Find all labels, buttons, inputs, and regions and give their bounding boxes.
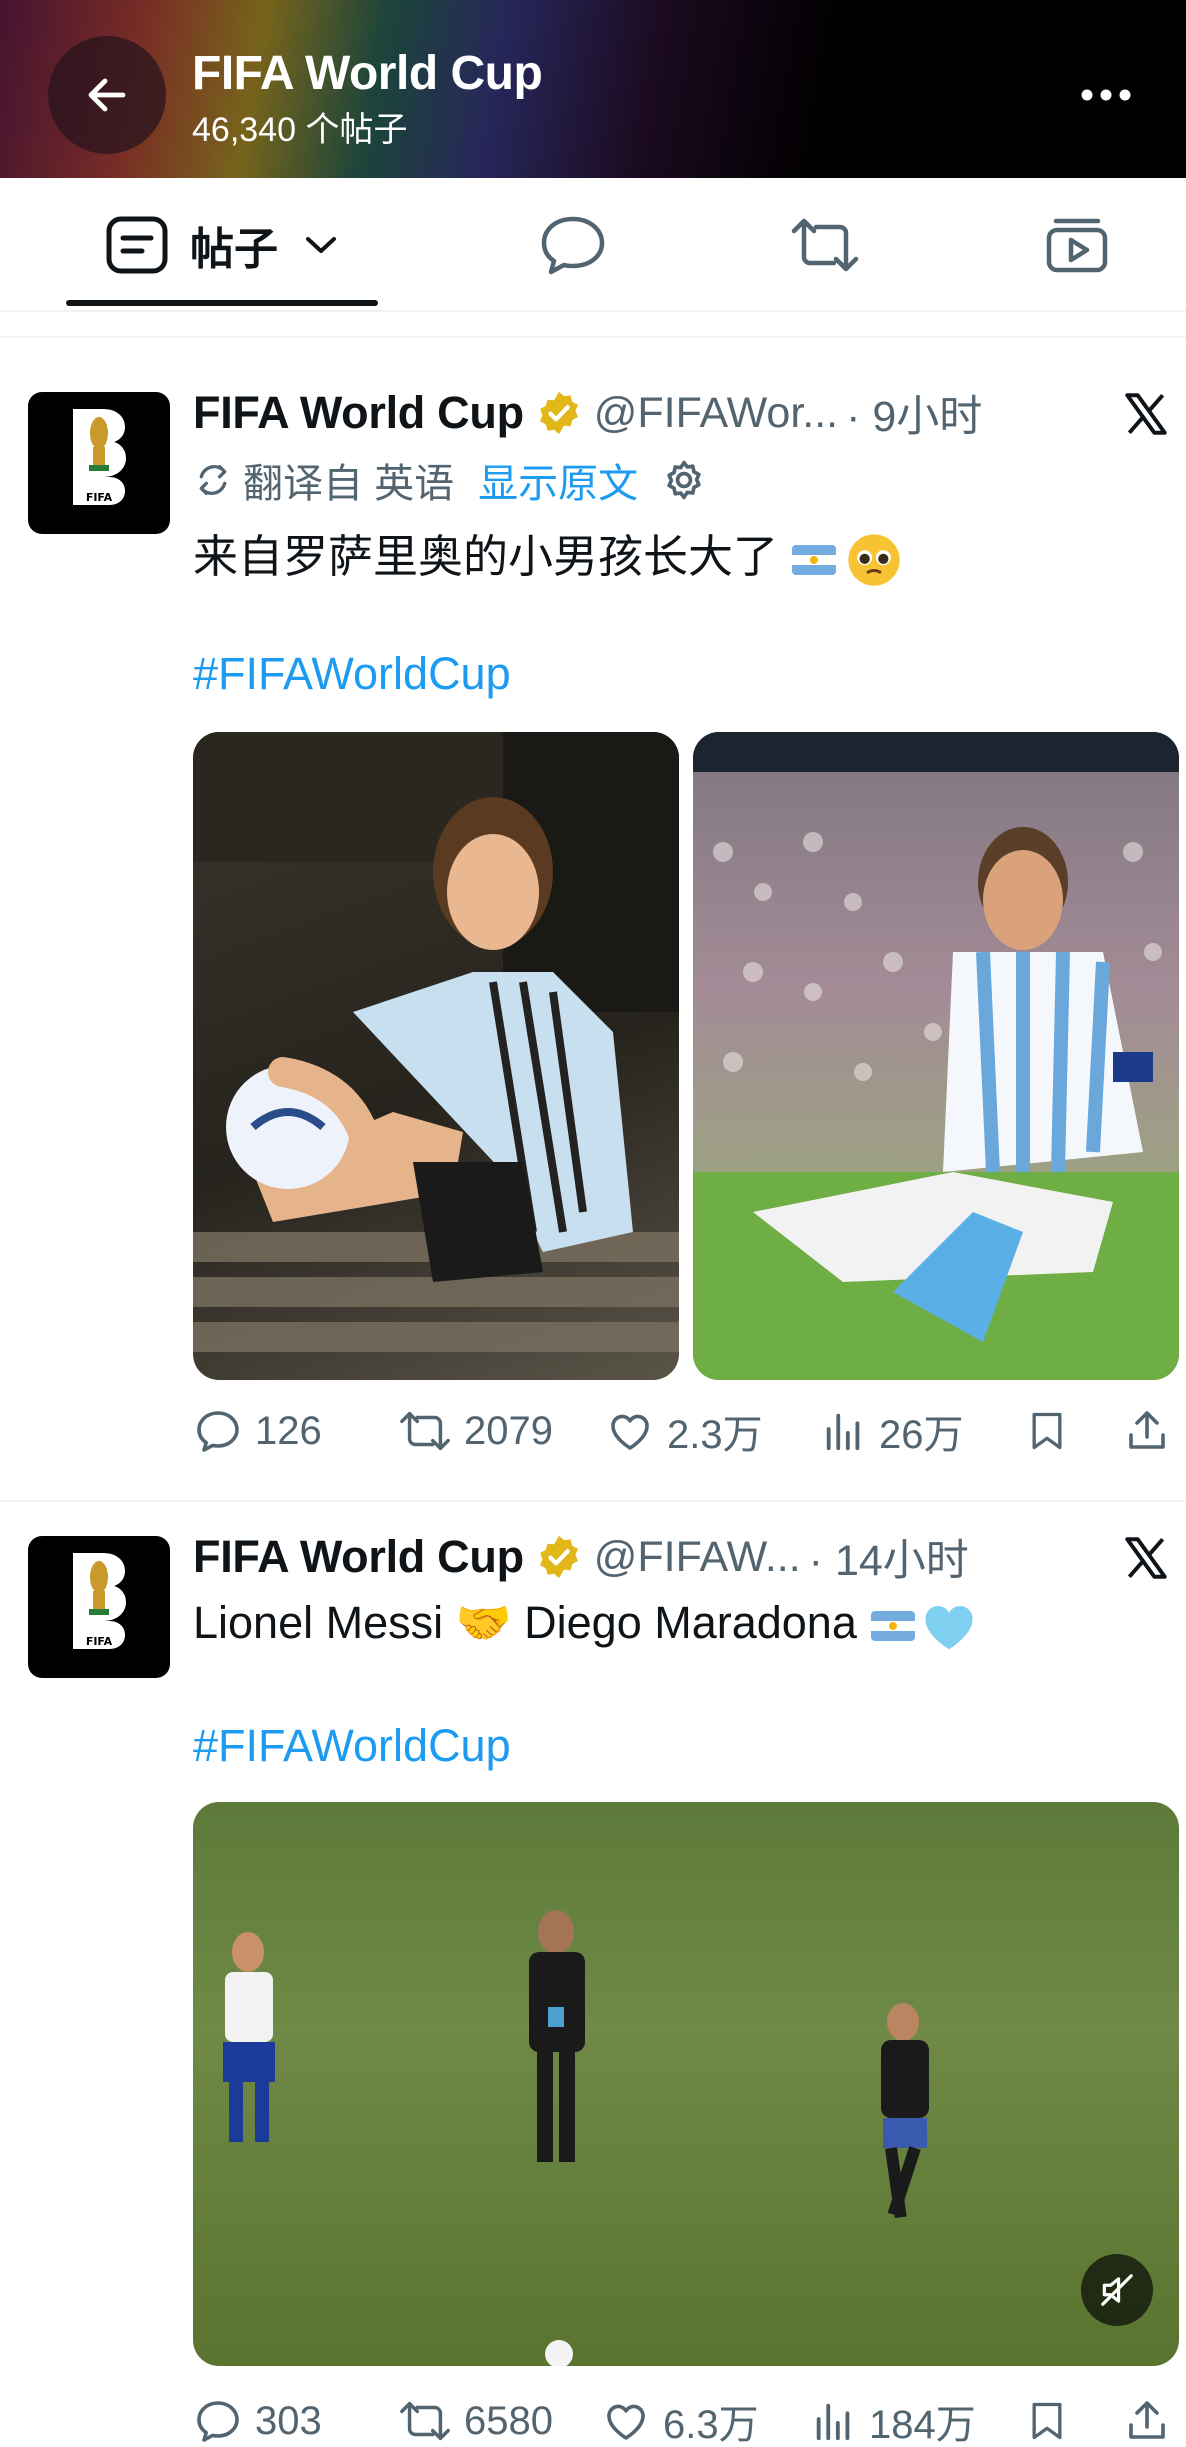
tweet-actions: 303 6580 6.3万 184万 bbox=[193, 2386, 1173, 2447]
repost-count: 6580 bbox=[464, 2398, 553, 2443]
verified-badge-icon bbox=[539, 1535, 578, 1579]
view-count: 184万 bbox=[869, 2403, 976, 2447]
posts-icon bbox=[106, 216, 168, 274]
back-button[interactable] bbox=[48, 36, 166, 154]
views-button[interactable]: 26万 bbox=[821, 1396, 964, 1466]
display-name[interactable]: FIFA World Cup bbox=[193, 387, 524, 439]
x-logo-icon bbox=[1125, 393, 1167, 435]
reply-icon bbox=[197, 2401, 239, 2442]
like-count: 2.3万 bbox=[667, 1413, 763, 1457]
heart-icon bbox=[611, 1414, 649, 1450]
tab-reposts[interactable] bbox=[752, 178, 898, 312]
light-blue-heart-icon bbox=[925, 1606, 973, 1650]
tweet-image[interactable] bbox=[693, 732, 1179, 1380]
view-count: 26万 bbox=[879, 1413, 964, 1457]
reply-button[interactable]: 126 bbox=[193, 1396, 322, 1466]
profile-header: FIFA World Cup 46,340 个帖子 bbox=[0, 0, 1186, 178]
hashtag-link[interactable]: #FIFAWorldCup bbox=[193, 648, 511, 700]
young-player-photo bbox=[193, 732, 679, 1352]
x-logo-icon bbox=[1125, 1537, 1167, 1579]
repost-button[interactable]: 2079 bbox=[398, 1396, 553, 1466]
arrow-left-icon bbox=[88, 78, 126, 112]
like-button[interactable]: 6.3万 bbox=[601, 2386, 759, 2447]
reply-count: 303 bbox=[255, 2398, 322, 2443]
page-title: FIFA World Cup bbox=[192, 47, 543, 100]
tweet-actions: 126 2079 2.3万 26万 bbox=[193, 1396, 1173, 1466]
feed-divider bbox=[0, 336, 1186, 338]
display-name[interactable]: FIFA World Cup bbox=[193, 1531, 524, 1583]
adult-player-photo bbox=[693, 732, 1179, 1380]
share-icon bbox=[1129, 2401, 1165, 2439]
reply-count: 126 bbox=[255, 1408, 322, 1453]
translate-icon bbox=[199, 464, 227, 496]
tabs-divider bbox=[0, 310, 1186, 312]
tweet-image[interactable] bbox=[193, 732, 679, 1380]
bookmark-icon bbox=[1032, 2402, 1062, 2440]
tweet-text-content: 来自罗萨里奥的小男孩长大了 bbox=[193, 531, 779, 582]
repost-button[interactable]: 6580 bbox=[398, 2386, 553, 2447]
translated-label: 翻译自 英语 bbox=[243, 462, 455, 506]
handle[interactable]: @FIFAW... bbox=[594, 1533, 801, 1582]
show-original-link[interactable]: 显示原文 bbox=[478, 451, 638, 509]
tweet-header: FIFA World Cup @FIFAWor... · 9小时 bbox=[193, 384, 982, 442]
reply-icon bbox=[541, 216, 605, 275]
repost-icon bbox=[400, 2401, 450, 2441]
reply-icon bbox=[197, 1411, 239, 1452]
share-button[interactable] bbox=[1123, 2386, 1171, 2447]
media-icon bbox=[1046, 218, 1108, 273]
bookmark-button[interactable] bbox=[1025, 2386, 1069, 2447]
repost-icon bbox=[400, 1411, 450, 1451]
reply-button[interactable]: 303 bbox=[193, 2386, 322, 2447]
tab-posts[interactable]: 帖子 bbox=[66, 178, 378, 312]
tweet-divider bbox=[0, 1500, 1186, 1502]
fifa-logo-icon: FIFA bbox=[73, 409, 126, 505]
tweet-text-content: Lionel Messi 🤝 Diego Maradona bbox=[193, 1597, 857, 1648]
tweet-text: 来自罗萨里奥的小男孩长大了 bbox=[193, 520, 902, 588]
argentina-flag-icon bbox=[870, 1611, 915, 1642]
translation-bar: 翻译自 英语 显示原文 bbox=[193, 452, 706, 508]
avatar[interactable]: FIFA bbox=[28, 1536, 170, 1678]
x-logo-button[interactable] bbox=[1116, 384, 1176, 444]
bookmark-icon bbox=[1032, 1412, 1062, 1450]
mute-button[interactable] bbox=[1081, 2254, 1153, 2326]
muted-speaker-icon bbox=[1101, 2274, 1133, 2306]
repost-count: 2079 bbox=[464, 1408, 553, 1453]
svg-text:FIFA: FIFA bbox=[86, 1635, 113, 1648]
gear-icon[interactable] bbox=[662, 458, 706, 502]
like-count: 6.3万 bbox=[663, 2403, 759, 2447]
timestamp[interactable]: · 14小时 bbox=[809, 1526, 969, 1588]
tab-bar: 帖子 bbox=[0, 178, 1186, 312]
analytics-icon bbox=[816, 2403, 850, 2441]
argentina-flag-icon bbox=[792, 545, 837, 576]
pleading-face-icon bbox=[848, 534, 900, 586]
post-count: 46,340 个帖子 bbox=[192, 111, 408, 149]
views-button[interactable]: 184万 bbox=[811, 2386, 976, 2447]
tab-media[interactable] bbox=[1004, 178, 1150, 312]
handle[interactable]: @FIFAWor... bbox=[594, 389, 838, 438]
x-logo-button[interactable] bbox=[1116, 1528, 1176, 1588]
tab-posts-label: 帖子 bbox=[190, 225, 278, 274]
more-button[interactable] bbox=[1076, 70, 1136, 120]
tweet-video[interactable] bbox=[193, 1802, 1179, 2366]
tab-replies[interactable] bbox=[500, 178, 646, 312]
tweet-text: Lionel Messi 🤝 Diego Maradona bbox=[193, 1596, 977, 1652]
tweet-header: FIFA World Cup @FIFAW... · 14小时 bbox=[193, 1528, 969, 1586]
like-button[interactable]: 2.3万 bbox=[605, 1396, 763, 1466]
more-icon bbox=[1081, 89, 1131, 101]
hashtag-link[interactable]: #FIFAWorldCup bbox=[193, 1720, 511, 1772]
svg-text:FIFA: FIFA bbox=[86, 491, 113, 504]
bookmark-button[interactable] bbox=[1025, 1396, 1069, 1466]
share-button[interactable] bbox=[1123, 1396, 1171, 1466]
analytics-icon bbox=[826, 1413, 860, 1451]
active-tab-indicator bbox=[66, 300, 378, 306]
avatar[interactable]: FIFA bbox=[28, 392, 170, 534]
share-icon bbox=[1129, 1411, 1165, 1449]
field-video-frame bbox=[223, 1910, 929, 2366]
verified-badge-icon bbox=[539, 391, 578, 435]
chevron-down-icon[interactable] bbox=[304, 235, 338, 255]
repost-icon bbox=[791, 218, 859, 272]
timestamp[interactable]: · 9小时 bbox=[846, 382, 982, 444]
fifa-logo-icon: FIFA bbox=[73, 1553, 126, 1649]
heart-icon bbox=[607, 2404, 645, 2440]
